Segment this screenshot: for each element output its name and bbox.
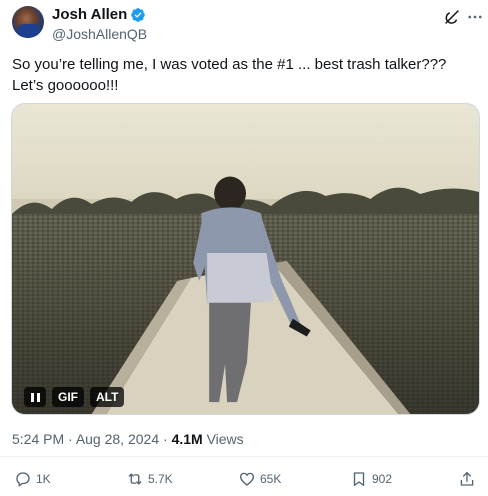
tweet-header: Josh Allen @JoshAllenQB <box>0 0 488 50</box>
repost-count: 5.7K <box>148 472 173 486</box>
reply-count: 1K <box>36 472 51 486</box>
author-handle[interactable]: @JoshAllenQB <box>52 25 147 43</box>
media-person <box>193 176 311 403</box>
tweet-text: So you’re telling me, I was voted as the… <box>12 56 447 94</box>
tweet-media-gif[interactable]: GIF ALT <box>11 103 480 415</box>
verified-badge-icon <box>131 8 146 22</box>
meta-separator: · <box>159 431 172 447</box>
share-icon <box>460 471 474 486</box>
media-controls: GIF ALT <box>24 387 125 407</box>
bookmark-button[interactable]: 902 <box>350 470 392 488</box>
action-bar: 1K 5.7K 65K 902 <box>0 466 488 496</box>
avatar[interactable] <box>12 6 44 38</box>
meta-separator: · <box>64 431 76 447</box>
tweet-meta: 5:24 PM · Aug 28, 2024 · 4.1M Views <box>12 430 244 448</box>
alt-badge[interactable]: ALT <box>90 387 125 407</box>
author-name-row: Josh Allen <box>52 6 146 24</box>
like-icon <box>239 472 255 486</box>
gif-badge: GIF <box>52 387 84 407</box>
like-button[interactable]: 65K <box>238 470 281 488</box>
bookmark-count: 902 <box>372 472 393 486</box>
repost-button[interactable]: 5.7K <box>126 470 173 488</box>
grok-icon[interactable] <box>443 8 461 26</box>
reply-icon <box>16 472 30 487</box>
reply-button[interactable]: 1K <box>14 470 51 488</box>
tweet-date[interactable]: Aug 28, 2024 <box>76 431 159 447</box>
views-label: Views <box>202 431 244 447</box>
divider <box>0 456 488 457</box>
views-count: 4.1M <box>171 431 203 447</box>
repost-icon <box>128 473 142 485</box>
tweet-time[interactable]: 5:24 PM <box>12 431 64 447</box>
like-count: 65K <box>260 472 282 486</box>
author-name[interactable]: Josh Allen <box>52 6 127 24</box>
share-button[interactable] <box>458 470 476 488</box>
pause-icon[interactable] <box>24 387 46 407</box>
bookmark-icon <box>353 472 365 487</box>
more-icon[interactable] <box>466 8 484 26</box>
